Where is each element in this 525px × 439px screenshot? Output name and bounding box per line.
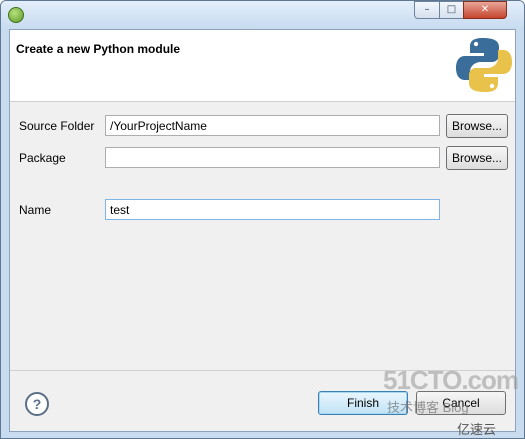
python-logo-icon xyxy=(456,38,512,92)
name-field[interactable] xyxy=(105,199,440,220)
source-folder-label: Source Folder xyxy=(19,119,95,133)
name-label: Name xyxy=(19,203,52,217)
wizard-banner: Create a new Python module xyxy=(10,30,515,102)
dialog-window: – □ ✕ Create a new Python module Source … xyxy=(0,0,525,439)
source-folder-field[interactable] xyxy=(105,115,440,136)
help-icon[interactable]: ? xyxy=(25,392,49,416)
watermark-tagline: 技术博客 Blog xyxy=(387,400,469,415)
watermark-brand: 亿速云 xyxy=(457,422,497,437)
app-icon xyxy=(8,7,24,23)
maximize-button[interactable]: □ xyxy=(439,1,464,19)
title-bar[interactable]: – □ ✕ xyxy=(1,1,524,29)
page-title: Create a new Python module xyxy=(16,42,181,56)
package-field[interactable] xyxy=(105,147,440,168)
package-label: Package xyxy=(19,151,66,165)
watermark-site: 51CTO.com xyxy=(383,365,519,395)
source-folder-browse-button[interactable]: Browse... xyxy=(446,114,508,138)
close-button[interactable]: ✕ xyxy=(463,1,507,19)
minimize-button[interactable]: – xyxy=(414,1,440,19)
package-browse-button[interactable]: Browse... xyxy=(446,146,508,170)
